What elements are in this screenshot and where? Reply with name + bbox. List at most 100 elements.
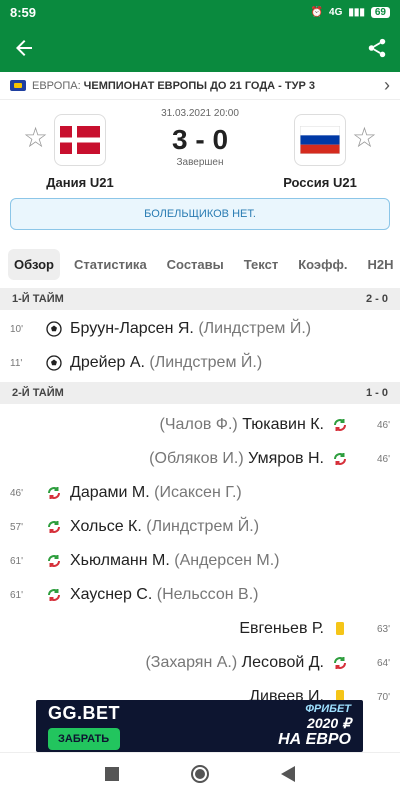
section-title: 1-Й ТАЙМ bbox=[12, 293, 64, 305]
chevron-right-icon: › bbox=[384, 75, 390, 95]
tab-bar: Обзор Статистика Составы Текст Коэфф. H2… bbox=[0, 246, 400, 282]
league-row[interactable]: ЕВРОПА: ЧЕМПИОНАТ ЕВРОПЫ ДО 21 ГОДА - ТУ… bbox=[0, 72, 400, 100]
event-row[interactable]: 57' Хольсе К. (Линдстрем Й.) bbox=[0, 510, 400, 544]
event-assist: (Нельссон В.) bbox=[156, 586, 259, 603]
ad-promo-line-1: ФРИБЕТ bbox=[305, 703, 351, 716]
event-row[interactable]: 10' Бруун-Ларсен Я. (Линдстрем Й.) bbox=[0, 312, 400, 346]
circle-icon bbox=[190, 765, 209, 783]
event-minute: 57' bbox=[10, 521, 24, 533]
event-assist: (Захарян А.) bbox=[145, 654, 238, 671]
event-player[interactable]: Бруун-Ларсен Я. bbox=[70, 320, 194, 338]
event-minute: 63' bbox=[376, 623, 390, 635]
triangle-left-icon bbox=[280, 766, 295, 782]
event-player[interactable]: Тюкавин К. bbox=[242, 416, 324, 434]
share-icon bbox=[368, 38, 386, 58]
event-assist: (Линдстрем Й.) bbox=[149, 354, 263, 371]
tab-statistics[interactable]: Статистика bbox=[68, 249, 153, 280]
favorite-away-star-icon[interactable]: ☆ bbox=[352, 124, 377, 152]
substitution-icon bbox=[46, 485, 62, 501]
event-row[interactable]: 11' Дрейер А. (Линдстрем Й.) bbox=[0, 346, 400, 380]
back-nav-button[interactable] bbox=[280, 766, 295, 787]
event-row[interactable]: 61' Хьюлманн М. (Андерсен М.) bbox=[0, 544, 400, 578]
substitution-icon bbox=[46, 553, 62, 569]
substitution-icon bbox=[332, 655, 348, 671]
event-row[interactable]: 46' Дарами М. (Исаксен Г.) bbox=[0, 476, 400, 510]
substitution-icon bbox=[46, 519, 62, 535]
event-player[interactable]: Лесовой Д. bbox=[242, 654, 324, 672]
home-team-name[interactable]: Дания U21 bbox=[30, 175, 130, 190]
ad-banner[interactable]: GG.BET ЗАБРАТЬ ФРИБЕТ 2020 ₽ НА ЕВРО bbox=[36, 700, 363, 752]
alarm-icon: ⏰ bbox=[310, 6, 324, 18]
europe-flag-icon bbox=[10, 80, 26, 91]
league-country: ЕВРОПА: bbox=[32, 79, 81, 92]
event-assist: (Линдстрем Й.) bbox=[146, 518, 260, 535]
back-arrow-icon bbox=[16, 40, 32, 56]
event-minute: 11' bbox=[10, 357, 23, 369]
soccer-ball-icon bbox=[46, 321, 62, 337]
tab-lineups[interactable]: Составы bbox=[161, 249, 230, 280]
share-button[interactable] bbox=[366, 37, 388, 59]
event-player[interactable]: Хауснер С. bbox=[70, 586, 152, 604]
yellow-card-icon bbox=[332, 621, 348, 637]
ad-promo: ФРИБЕТ 2020 ₽ НА ЕВРО bbox=[278, 703, 351, 748]
status-icons: ⏰ 4G ▮▮▮ 69 bbox=[310, 6, 390, 18]
event-row[interactable]: (Захарян А.) Лесовой Д. 64' bbox=[0, 646, 400, 680]
tab-h2h[interactable]: H2H bbox=[361, 249, 399, 280]
event-player[interactable]: Дрейер А. bbox=[70, 354, 145, 372]
soccer-ball-icon bbox=[46, 355, 62, 371]
fans-notice: БОЛЕЛЬЩИКОВ НЕТ. bbox=[10, 198, 390, 230]
section-score: 1 - 0 bbox=[365, 387, 388, 399]
away-team-logo[interactable] bbox=[294, 114, 346, 166]
back-button[interactable] bbox=[12, 36, 36, 60]
signal-icon: ▮▮▮ bbox=[348, 6, 365, 18]
event-player[interactable]: Хольсе К. bbox=[70, 518, 142, 536]
event-minute: 46' bbox=[10, 487, 24, 499]
event-assist: (Чалов Ф.) bbox=[159, 416, 238, 433]
home-button[interactable] bbox=[190, 764, 210, 789]
ad-cta-button[interactable]: ЗАБРАТЬ bbox=[48, 727, 121, 750]
event-assist: (Андерсен М.) bbox=[174, 552, 280, 569]
substitution-icon bbox=[332, 417, 348, 433]
ad-promo-line-2: 2020 ₽ bbox=[307, 714, 351, 731]
event-minute: 46' bbox=[376, 453, 390, 465]
event-minute: 64' bbox=[376, 657, 390, 669]
event-assist: (Линдстрем Й.) bbox=[198, 320, 312, 337]
status-time: 8:59 bbox=[10, 4, 37, 20]
event-row[interactable]: (Чалов Ф.) Тюкавин К. 46' bbox=[0, 408, 400, 442]
app-bar bbox=[0, 24, 400, 72]
square-icon bbox=[105, 767, 120, 781]
event-minute: 70' bbox=[376, 691, 390, 703]
ad-left: GG.BET ЗАБРАТЬ bbox=[48, 702, 121, 750]
event-minute: 61' bbox=[10, 555, 24, 567]
russia-flag-icon bbox=[300, 126, 340, 154]
network-label: 4G bbox=[329, 6, 343, 18]
substitution-icon bbox=[332, 451, 348, 467]
event-row[interactable]: Евгеньев Р. 63' bbox=[0, 612, 400, 646]
event-player[interactable]: Дарами М. bbox=[70, 484, 150, 502]
event-minute: 46' bbox=[376, 419, 390, 431]
event-player[interactable]: Евгеньев Р. bbox=[239, 620, 324, 638]
tab-text[interactable]: Текст bbox=[238, 249, 284, 280]
recent-apps-button[interactable] bbox=[105, 767, 120, 786]
tab-odds[interactable]: Коэфф. bbox=[292, 249, 353, 280]
event-assist: (Исаксен Г.) bbox=[154, 484, 242, 501]
event-minute: 61' bbox=[10, 589, 24, 601]
event-row[interactable]: 61' Хауснер С. (Нельссон В.) bbox=[0, 578, 400, 612]
section-score: 2 - 0 bbox=[365, 293, 388, 305]
event-minute: 10' bbox=[10, 323, 24, 335]
event-player[interactable]: Хьюлманн М. bbox=[70, 552, 170, 570]
system-nav-bar bbox=[0, 752, 400, 800]
section-title: 2-Й ТАЙМ bbox=[12, 387, 64, 399]
ad-promo-line-3: НА ЕВРО bbox=[278, 730, 351, 748]
away-team-name[interactable]: Россия U21 bbox=[270, 175, 370, 190]
status-bar: 8:59 ⏰ 4G ▮▮▮ 69 bbox=[0, 0, 400, 24]
event-row[interactable]: (Обляков И.) Умяров Н. 46' bbox=[0, 442, 400, 476]
event-assist: (Обляков И.) bbox=[149, 450, 244, 467]
section-second-half: 2-Й ТАЙМ 1 - 0 bbox=[0, 382, 400, 404]
battery-icon: 69 bbox=[370, 6, 390, 18]
match-header: ☆ 31.03.2021 20:00 3 - 0 Завершен ☆ Дани… bbox=[0, 100, 400, 195]
ad-brand: GG.BET bbox=[48, 702, 121, 723]
event-player[interactable]: Умяров Н. bbox=[248, 450, 324, 468]
tab-overview[interactable]: Обзор bbox=[8, 248, 60, 280]
league-name: ЧЕМПИОНАТ ЕВРОПЫ ДО 21 ГОДА - ТУР 3 bbox=[83, 79, 315, 92]
